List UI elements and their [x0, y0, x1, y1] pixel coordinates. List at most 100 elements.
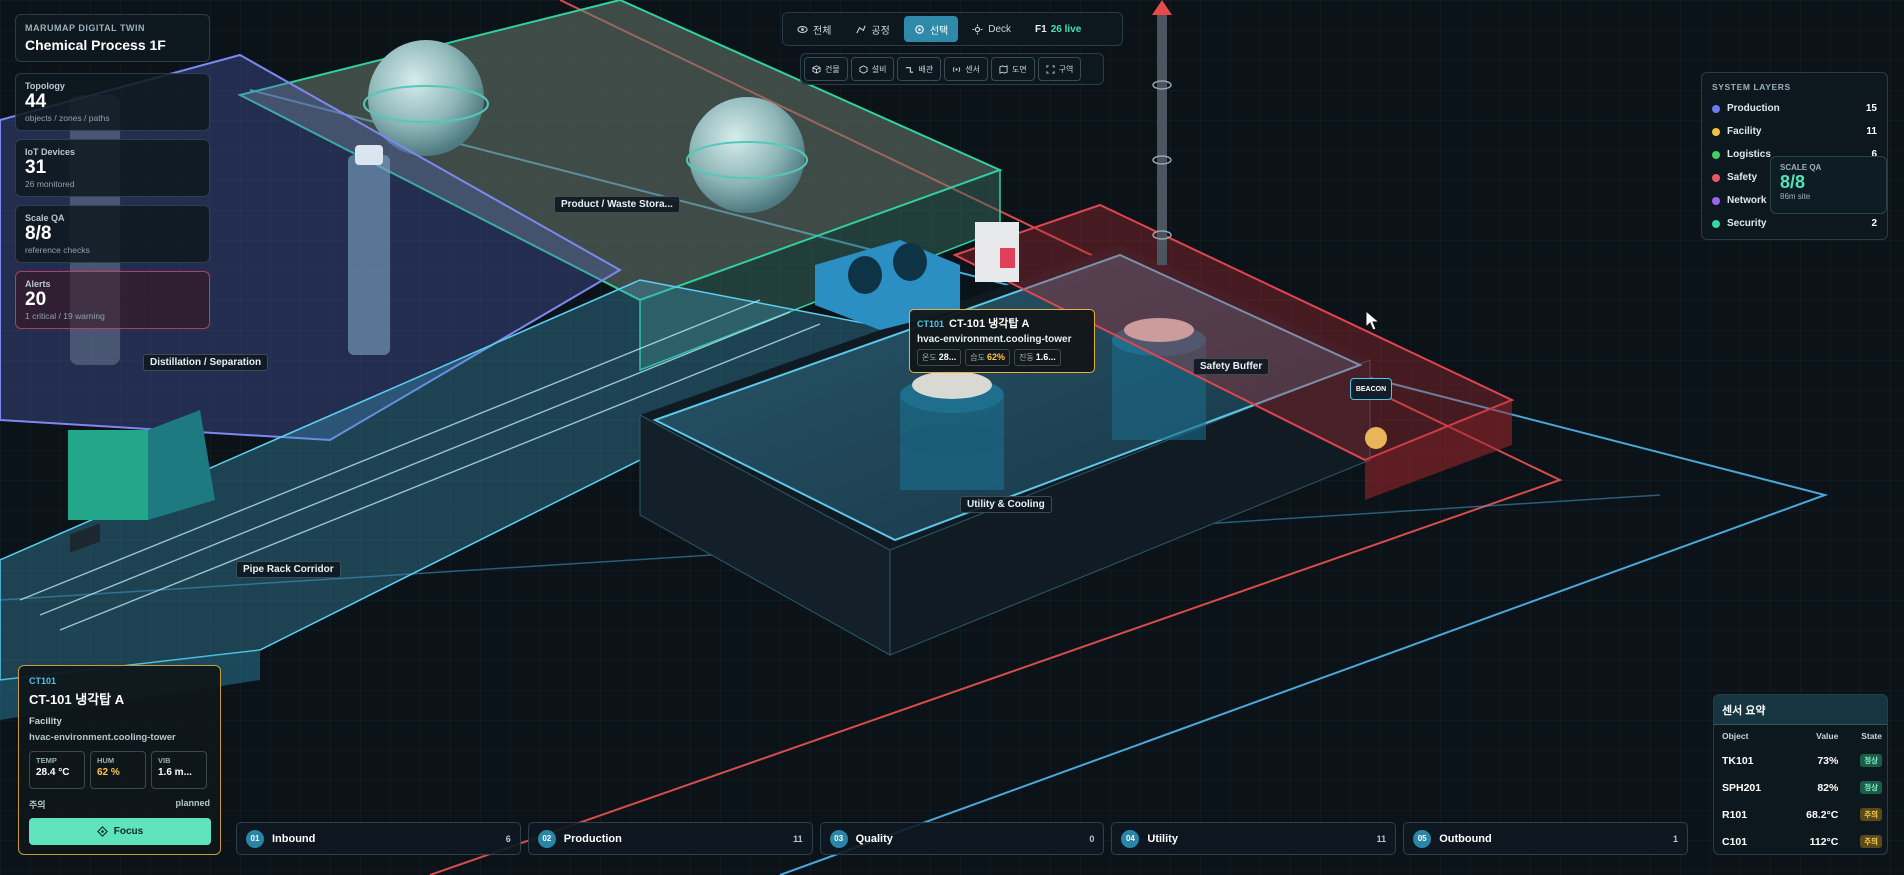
storage-sphere-2[interactable]	[689, 97, 805, 213]
stat-label: Alerts	[25, 279, 51, 289]
cube-icon	[812, 64, 821, 74]
detail-status: 주의	[29, 800, 46, 810]
scale-qa-value: 8/8	[1780, 172, 1806, 192]
table-row[interactable]: C101 112°C 주의	[1714, 828, 1887, 854]
view-select-button[interactable]: 선택	[903, 16, 959, 42]
stage-count: 6	[505, 833, 511, 844]
view-toolbar: 전체 공정 선택 Deck F1 26 live	[782, 12, 1123, 46]
stat-value: 31	[25, 157, 47, 178]
zone-label-distillation[interactable]: Distillation / Separation	[143, 354, 269, 371]
app-title: Chemical Process 1F	[25, 37, 166, 53]
layer-color-dot	[1712, 104, 1720, 113]
stage-utility[interactable]: 04 Utility 11	[1111, 822, 1397, 855]
stat-card-alerts[interactable]: Alerts 20 1 critical / 19 warning	[15, 271, 210, 329]
stage-number: 01	[246, 829, 264, 848]
layer-row-facility[interactable]: Facility 11	[1712, 120, 1877, 143]
tooltip-id: CT101	[917, 319, 945, 329]
stage-production[interactable]: 02 Production 11	[527, 822, 813, 855]
sensor-summary-panel: 센서 요약 Object Value State TK101 73% 정상 SPH2…	[1713, 694, 1888, 855]
beacon-marker[interactable]: BEACON	[1350, 378, 1392, 400]
metric-key: TEMP	[36, 756, 57, 765]
layer-count: 2	[1871, 218, 1877, 229]
eye-icon	[797, 25, 808, 33]
distillation-column[interactable]	[348, 155, 390, 355]
metric-key: HUM	[97, 756, 115, 765]
stat-sub: 26 monitored	[25, 179, 75, 189]
filter-building-button[interactable]: 건물	[804, 57, 848, 81]
sensor-object: C101	[1722, 835, 1748, 848]
stage-name: Production	[563, 832, 622, 845]
layer-color-dot	[1712, 196, 1720, 205]
digital-twin-scene[interactable]	[0, 0, 1904, 875]
filter-piping-button[interactable]: 배관	[897, 57, 942, 81]
sensor-object: R101	[1722, 808, 1748, 821]
antenna-icon	[953, 66, 961, 72]
box-icon	[859, 64, 868, 74]
exhaust-stack[interactable]	[1157, 10, 1167, 265]
zone-label-safety-buffer[interactable]: Safety Buffer	[1193, 358, 1270, 375]
tooltip-chip-humidity: 습도 62%	[965, 349, 1010, 366]
zone-label-pipe-rack[interactable]: Pipe Rack Corridor	[236, 561, 341, 578]
stage-name: Utility	[1147, 832, 1178, 845]
stat-sub: 1 critical / 19 warning	[25, 311, 105, 321]
layer-name: Production	[1727, 103, 1780, 114]
column-header: Value	[1816, 731, 1839, 741]
status-badge: 정상	[1860, 781, 1882, 794]
view-select-label: 선택	[929, 25, 949, 37]
scale-qa-sub: 86m site	[1780, 192, 1811, 201]
view-deck-label: Deck	[988, 23, 1012, 35]
view-all-button[interactable]: 전체	[787, 16, 841, 42]
stage-inbound[interactable]: 01 Inbound 6	[236, 822, 521, 855]
focus-label: Focus	[113, 826, 144, 837]
stat-sub: objects / zones / paths	[25, 113, 110, 123]
view-deck-button[interactable]: Deck	[962, 16, 1021, 42]
view-process-button[interactable]: 공정	[845, 16, 899, 42]
zone-label-product-storage[interactable]: Product / Waste Stora...	[554, 196, 680, 213]
floor-label: F1	[1035, 23, 1047, 35]
chip-value: 62%	[986, 352, 1005, 362]
stat-card-scale-qa[interactable]: Scale QA 8/8 reference checks	[15, 205, 210, 263]
stat-card-iot-devices[interactable]: IoT Devices 31 26 monitored	[15, 139, 210, 197]
filter-zone-button[interactable]: 구역	[1037, 57, 1082, 81]
sensor-table: Object Value State TK101 73% 정상 SPH201 82% 정…	[1714, 725, 1887, 854]
detail-template: hvac-environment.cooling-tower	[29, 732, 176, 743]
detail-plan: planned	[175, 798, 210, 808]
stage-count: 11	[793, 833, 803, 844]
column-header: Object	[1722, 731, 1749, 741]
sun-icon	[972, 23, 983, 35]
layer-filter-toolbar: 건물 설비 배관 센서 도면 구역	[800, 53, 1104, 85]
green-tank-block[interactable]	[68, 430, 148, 520]
metric-humidity: HUM 62 %	[90, 751, 146, 789]
sensor-state-cell: 주의	[1843, 828, 1887, 854]
layer-name: Facility	[1727, 126, 1762, 137]
stage-quality[interactable]: 03 Quality 0	[819, 822, 1105, 855]
filter-equipment-button[interactable]: 설비	[850, 57, 895, 81]
frame-icon	[1046, 64, 1055, 74]
filter-sensor-button[interactable]: 센서	[944, 57, 988, 81]
zone-label-utility-cooling[interactable]: Utility & Cooling	[960, 496, 1052, 513]
floor-indicator[interactable]: F1 26 live	[1025, 24, 1081, 35]
layer-row-production[interactable]: Production 15	[1712, 97, 1877, 120]
stage-number: 05	[1413, 829, 1432, 848]
beacon-label: BEACON	[1355, 385, 1387, 393]
status-badge: 주의	[1860, 835, 1882, 848]
stat-label: IoT Devices	[25, 147, 76, 157]
cooling-tower-ct101[interactable]	[900, 371, 1004, 490]
stage-number: 04	[1121, 829, 1140, 848]
layer-row-security[interactable]: Security 2	[1712, 212, 1877, 235]
stat-card-topology[interactable]: Topology 44 objects / zones / paths	[15, 73, 210, 131]
table-row[interactable]: SPH201 82% 정상	[1714, 774, 1887, 801]
filter-label: 건물	[825, 64, 840, 74]
status-badge: 주의	[1860, 808, 1882, 821]
chip-key: 진동	[1019, 353, 1034, 362]
focus-button[interactable]: Focus	[29, 818, 211, 845]
filter-drawing-button[interactable]: 도면	[990, 57, 1035, 81]
sensor-state-cell: 정상	[1843, 747, 1887, 774]
filter-label: 설비	[871, 64, 887, 74]
stage-name: Quality	[855, 832, 893, 845]
stage-outbound[interactable]: 05 Outbound 1	[1403, 822, 1688, 855]
table-row[interactable]: R101 68.2°C 주의	[1714, 801, 1887, 828]
sensor-object: SPH201	[1722, 781, 1762, 794]
detail-category: Facility	[29, 716, 62, 727]
table-row[interactable]: TK101 73% 정상	[1714, 747, 1887, 774]
